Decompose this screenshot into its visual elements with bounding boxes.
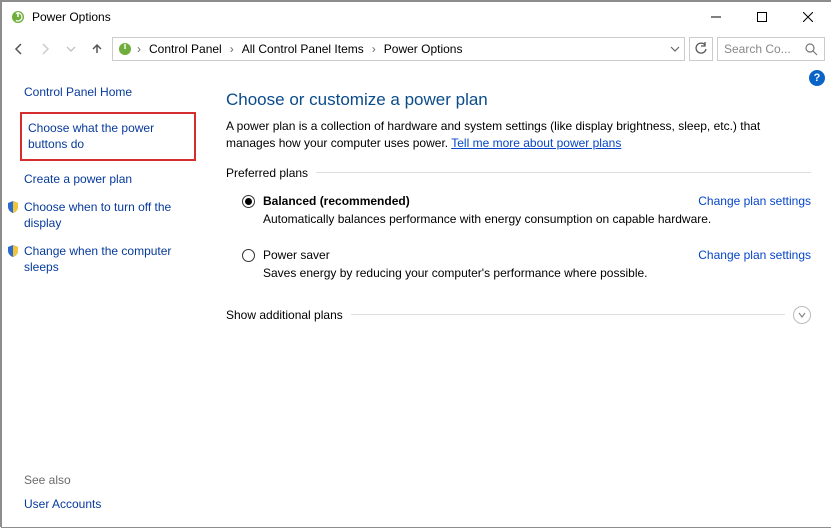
breadcrumb-item[interactable]: Control Panel bbox=[145, 42, 226, 56]
page-title: Choose or customize a power plan bbox=[226, 90, 811, 110]
preferred-plans-header: Preferred plans bbox=[226, 166, 811, 184]
search-input[interactable]: Search Co... bbox=[717, 37, 825, 61]
chevron-down-icon[interactable] bbox=[670, 44, 680, 54]
chevron-right-icon: › bbox=[228, 42, 236, 56]
sidebar-link-create-plan[interactable]: Create a power plan bbox=[24, 171, 200, 187]
search-icon bbox=[805, 43, 818, 56]
intro-link[interactable]: Tell me more about power plans bbox=[451, 136, 621, 150]
see-also-header: See also bbox=[24, 473, 101, 487]
breadcrumb-item[interactable]: Power Options bbox=[380, 42, 467, 56]
show-additional-plans[interactable]: Show additional plans bbox=[226, 306, 811, 324]
see-also-user-accounts[interactable]: User Accounts bbox=[24, 497, 101, 511]
chevron-down-icon bbox=[793, 306, 811, 324]
recent-locations-button[interactable] bbox=[60, 38, 82, 60]
main-content: ? Choose or customize a power plan A pow… bbox=[210, 66, 831, 527]
app-icon bbox=[10, 9, 26, 25]
navbar: › Control Panel › All Control Panel Item… bbox=[2, 32, 831, 66]
control-panel-home-link[interactable]: Control Panel Home bbox=[24, 84, 200, 100]
plan-title: Power saver bbox=[263, 248, 330, 262]
minimize-button[interactable] bbox=[693, 2, 739, 32]
plan-radio-power-saver[interactable] bbox=[242, 249, 255, 262]
address-bar[interactable]: › Control Panel › All Control Panel Item… bbox=[112, 37, 685, 61]
change-plan-settings-link[interactable]: Change plan settings bbox=[698, 194, 811, 208]
search-placeholder: Search Co... bbox=[724, 42, 791, 56]
close-button[interactable] bbox=[785, 2, 831, 32]
breadcrumb-item[interactable]: All Control Panel Items bbox=[238, 42, 368, 56]
up-button[interactable] bbox=[86, 38, 108, 60]
shield-icon bbox=[6, 200, 20, 214]
chevron-right-icon: › bbox=[135, 42, 143, 56]
window-controls bbox=[693, 2, 831, 32]
shield-icon bbox=[6, 244, 20, 258]
help-icon[interactable]: ? bbox=[809, 70, 825, 86]
change-plan-settings-link[interactable]: Change plan settings bbox=[698, 248, 811, 262]
sidebar: Control Panel Home Choose what the power… bbox=[2, 66, 210, 527]
address-icon bbox=[117, 41, 133, 57]
plan-power-saver: Power saver Change plan settings Saves e… bbox=[242, 248, 811, 280]
sidebar-link-computer-sleeps[interactable]: Change when the computer sleeps bbox=[24, 243, 200, 275]
window-title: Power Options bbox=[32, 10, 111, 24]
titlebar: Power Options bbox=[2, 2, 831, 32]
plan-title: Balanced (recommended) bbox=[263, 194, 410, 208]
intro-text: A power plan is a collection of hardware… bbox=[226, 118, 806, 152]
forward-button[interactable] bbox=[34, 38, 56, 60]
chevron-right-icon: › bbox=[370, 42, 378, 56]
sidebar-link-turn-off-display[interactable]: Choose when to turn off the display bbox=[24, 199, 200, 231]
plan-desc: Saves energy by reducing your computer's… bbox=[263, 266, 811, 280]
sidebar-link-power-buttons[interactable]: Choose what the power buttons do bbox=[20, 112, 196, 160]
plan-balanced: Balanced (recommended) Change plan setti… bbox=[242, 194, 811, 226]
maximize-button[interactable] bbox=[739, 2, 785, 32]
plan-desc: Automatically balances performance with … bbox=[263, 212, 811, 226]
see-also: See also User Accounts bbox=[24, 473, 101, 511]
plan-radio-balanced[interactable] bbox=[242, 195, 255, 208]
refresh-button[interactable] bbox=[689, 37, 713, 61]
back-button[interactable] bbox=[8, 38, 30, 60]
